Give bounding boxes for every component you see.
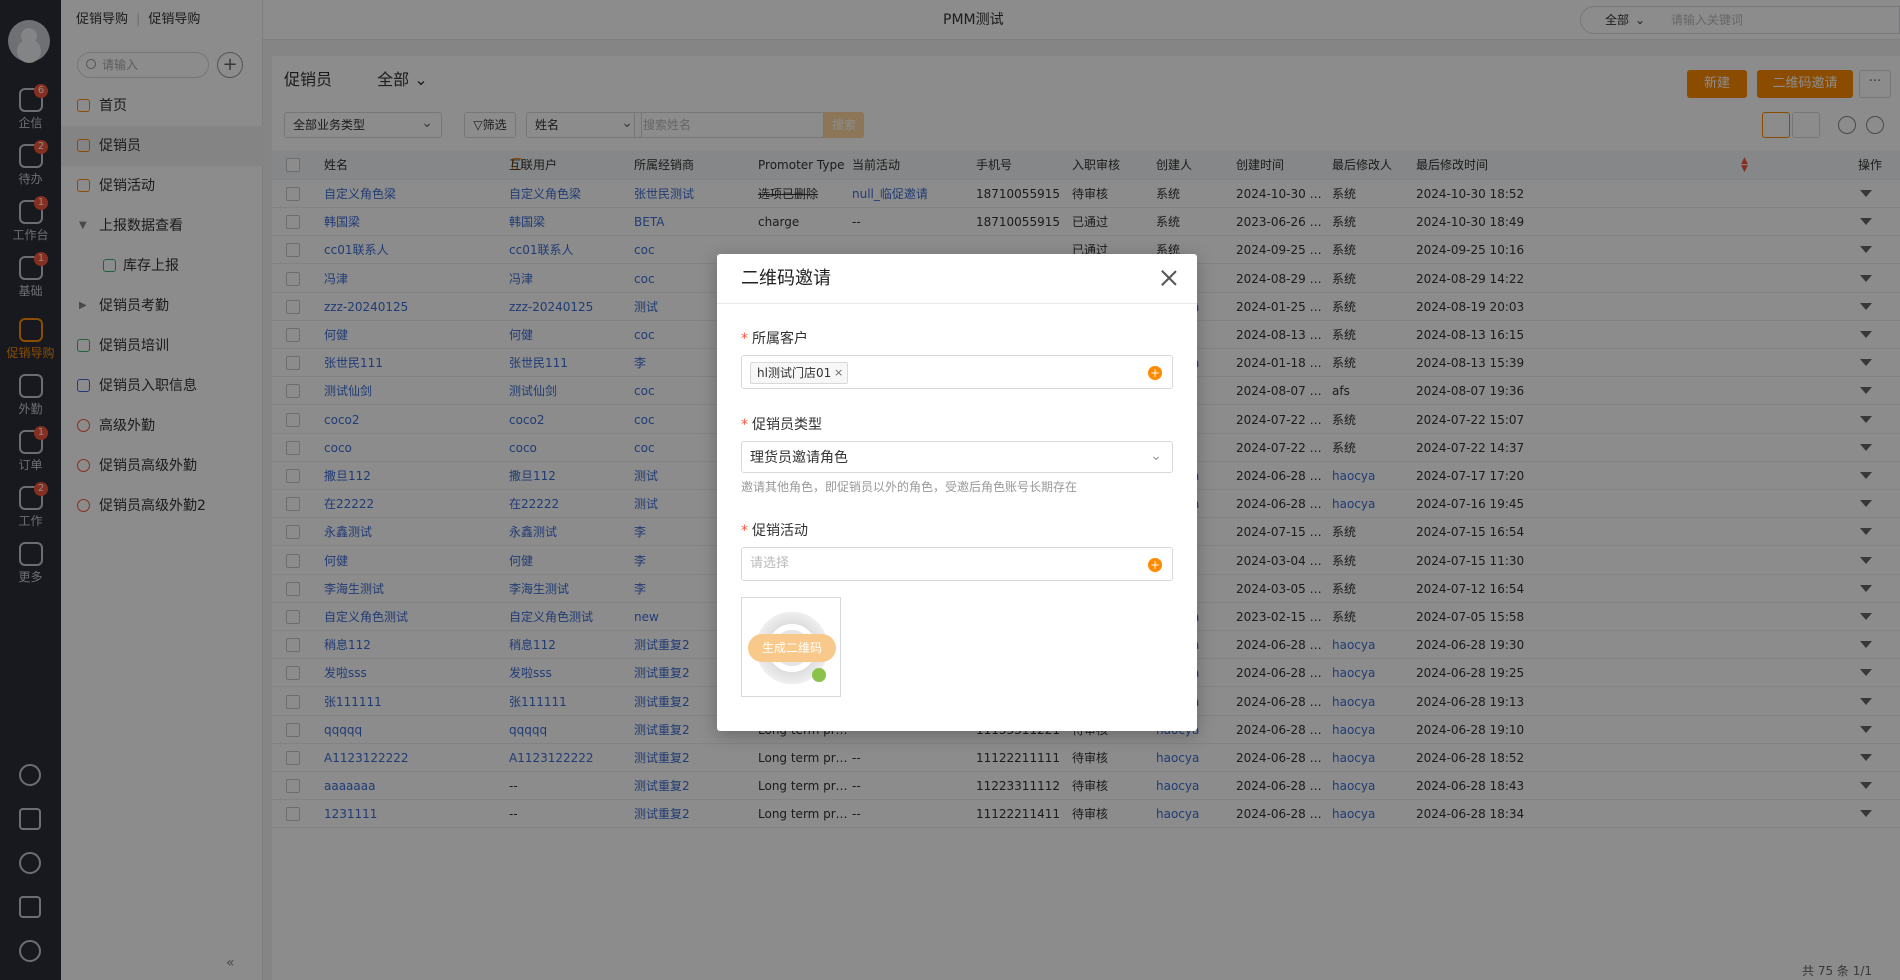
add-customer-icon[interactable]: + bbox=[1148, 366, 1162, 380]
promoter-type-select[interactable]: 理货员邀请角色 ⌄ bbox=[741, 441, 1173, 473]
chevron-down-icon: ⌄ bbox=[1150, 448, 1162, 464]
qr-invite-dialog: 二维码邀请 * 所属客户 hl测试门店01 × + * 促销员类型 理货员邀请角色 ⌄… bbox=[717, 254, 1197, 731]
activity-label-text: 促销活动 bbox=[752, 523, 808, 539]
dialog-header: 二维码邀请 bbox=[717, 254, 1197, 304]
activity-field[interactable]: 请选择 + bbox=[741, 547, 1173, 581]
close-icon[interactable] bbox=[1159, 268, 1179, 288]
customer-label: * 所属客户 bbox=[741, 331, 808, 347]
add-activity-icon[interactable]: + bbox=[1148, 558, 1162, 572]
mini-logo-icon bbox=[812, 668, 826, 682]
customer-tag: hl测试门店01 × bbox=[750, 362, 849, 384]
promoter-type-hint: 邀请其他角色，即促销员以外的角色，受邀后角色账号长期存在 bbox=[741, 480, 1078, 494]
remove-tag-icon[interactable]: × bbox=[834, 363, 843, 383]
customer-tag-text: hl测试门店01 bbox=[757, 366, 832, 380]
activity-placeholder: 请选择 bbox=[750, 556, 790, 571]
generate-qr-button[interactable]: 生成二维码 bbox=[748, 634, 836, 662]
dialog-title: 二维码邀请 bbox=[741, 268, 831, 289]
qr-code-preview: 生成二维码 bbox=[741, 597, 841, 697]
customer-field[interactable]: hl测试门店01 × + bbox=[741, 355, 1173, 389]
activity-label: * 促销活动 bbox=[741, 523, 808, 539]
customer-label-text: 所属客户 bbox=[752, 331, 808, 347]
promoter-type-label-text: 促销员类型 bbox=[752, 417, 822, 433]
promoter-type-value: 理货员邀请角色 bbox=[750, 450, 848, 466]
promoter-type-label: * 促销员类型 bbox=[741, 417, 822, 433]
